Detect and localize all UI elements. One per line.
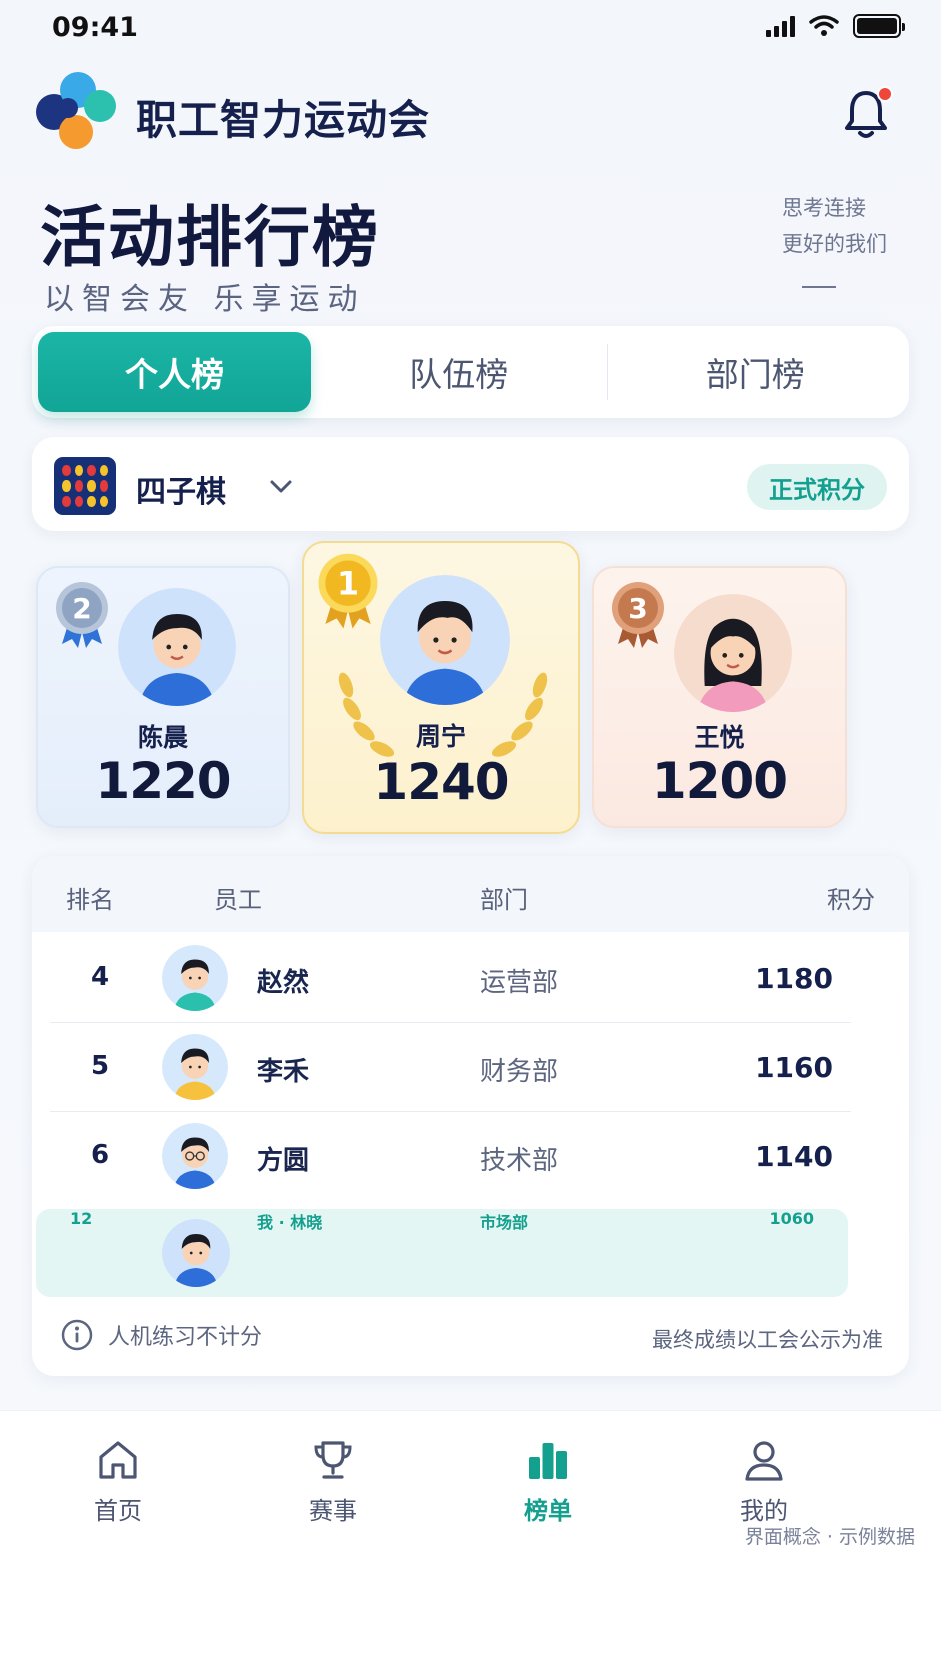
nav-events-label: 赛事 (309, 1497, 357, 1525)
row-name: 方圆 (257, 1146, 310, 1176)
row-department: 财务部 (480, 1057, 559, 1087)
row-score: 1160 (755, 1051, 833, 1084)
nav-profile-label: 我的 (740, 1497, 788, 1525)
my-name: 我 · 林晓 (257, 1213, 323, 1232)
user-icon (745, 1441, 783, 1481)
podium-second-score: 1220 (95, 752, 231, 810)
battery-icon (853, 14, 905, 38)
tab-team[interactable]: 队伍榜 (311, 332, 607, 412)
nav-home-label: 首页 (94, 1497, 142, 1525)
header-employee: 员工 (214, 886, 262, 914)
podium-first-score: 1240 (373, 753, 509, 811)
watermark: 界面概念 · 示例数据 (744, 1526, 915, 1548)
nav-profile[interactable]: 我的 (694, 1437, 834, 1526)
tab-individual[interactable]: 个人榜 (38, 332, 311, 412)
svg-text:1: 1 (337, 567, 359, 603)
row-avatar (162, 945, 228, 1011)
nav-home[interactable]: 首页 (48, 1437, 188, 1526)
podium-second-name: 陈晨 (137, 723, 188, 752)
nav-events[interactable]: 赛事 (263, 1437, 403, 1526)
avatar-first (380, 575, 510, 705)
podium-third-score: 1200 (651, 752, 788, 810)
slogan-line-2: 更好的我们 (782, 232, 887, 256)
row-avatar (162, 1123, 228, 1189)
leaderboard-tabs: 个人榜 队伍榜 部门榜 (32, 326, 909, 418)
podium-first[interactable]: 1 周宁 1240 (302, 541, 580, 834)
status-icons (766, 14, 905, 38)
avatar-third (674, 594, 792, 712)
my-rank-row[interactable]: 12 我 · 林晓 市场部 1060 (36, 1209, 848, 1297)
table-row[interactable]: 6 方圆 技术部 1140 (50, 1112, 851, 1200)
home-icon (99, 1441, 137, 1479)
chevron-down-icon[interactable] (268, 473, 294, 499)
notification-dot (877, 86, 893, 102)
header-rank: 排名 (66, 886, 114, 914)
game-selector[interactable]: 四子棋 正式积分 (32, 437, 909, 531)
row-rank: 6 (90, 1140, 110, 1170)
slogan-line-1: 思考连接 (782, 196, 866, 220)
my-rank: 12 (70, 1209, 93, 1228)
svg-text:3: 3 (628, 592, 647, 625)
table-header: 排名 员工 部门 积分 (32, 856, 909, 932)
podium-first-name: 周宁 (415, 722, 466, 751)
nav-leaderboard[interactable]: 榜单 (478, 1437, 618, 1526)
note-left-text: 人机练习不计分 (108, 1325, 263, 1350)
slogan-divider (802, 286, 836, 288)
row-avatar (162, 1034, 228, 1100)
note-left: 人机练习不计分 (60, 1318, 262, 1352)
row-score: 1140 (755, 1140, 833, 1173)
silver-medal-icon: 2 (56, 582, 108, 648)
podium-third[interactable]: 3 王悦 1200 (592, 566, 847, 828)
gold-medal-icon: 1 (318, 553, 378, 629)
page-subtitle: 以智会友 乐享运动 (44, 282, 366, 317)
wifi-icon (809, 15, 839, 36)
slogan: 思考连接 更好的我们 (782, 190, 887, 262)
leaderboard-icon (529, 1443, 567, 1479)
app-title: 职工智力运动会 (136, 96, 430, 144)
nav-leaderboard-label: 榜单 (524, 1497, 572, 1525)
score-type-badge: 正式积分 (747, 464, 887, 510)
row-rank: 5 (90, 1051, 110, 1081)
tab-department[interactable]: 部门榜 (608, 332, 904, 412)
trophy-icon (314, 1441, 352, 1479)
svg-text:2: 2 (72, 592, 91, 625)
my-avatar (162, 1219, 230, 1287)
podium-second[interactable]: 2 陈晨 1220 (36, 566, 290, 828)
status-time: 09:41 (52, 12, 138, 43)
table-row[interactable]: 4 赵然 运营部 1180 (50, 934, 851, 1022)
podium-third-name: 王悦 (694, 723, 745, 752)
connect-four-icon (54, 457, 116, 515)
table-row[interactable]: 5 李禾 财务部 1160 (50, 1023, 851, 1111)
note-right: 最终成绩以工会公示为准 (652, 1328, 883, 1352)
row-department: 技术部 (480, 1146, 559, 1176)
row-rank: 4 (90, 962, 110, 992)
info-icon (61, 1319, 93, 1351)
header-department: 部门 (480, 886, 528, 914)
avatar-second (118, 588, 236, 706)
header-score: 积分 (827, 886, 875, 914)
my-score: 1060 (769, 1209, 814, 1228)
row-department: 运营部 (480, 968, 559, 998)
row-score: 1180 (755, 962, 833, 995)
page-title: 活动排行榜 (40, 199, 380, 276)
row-name: 赵然 (257, 968, 310, 998)
row-name: 李禾 (257, 1057, 310, 1087)
signal-icon (766, 15, 795, 37)
ranking-table: 排名 员工 部门 积分 4 赵然 运营部 1180 5 李禾 财务部 1160 … (32, 856, 909, 1376)
game-name: 四子棋 (136, 475, 226, 510)
app-logo-icon (36, 72, 116, 149)
bronze-medal-icon: 3 (612, 582, 664, 648)
my-department: 市场部 (480, 1213, 529, 1232)
